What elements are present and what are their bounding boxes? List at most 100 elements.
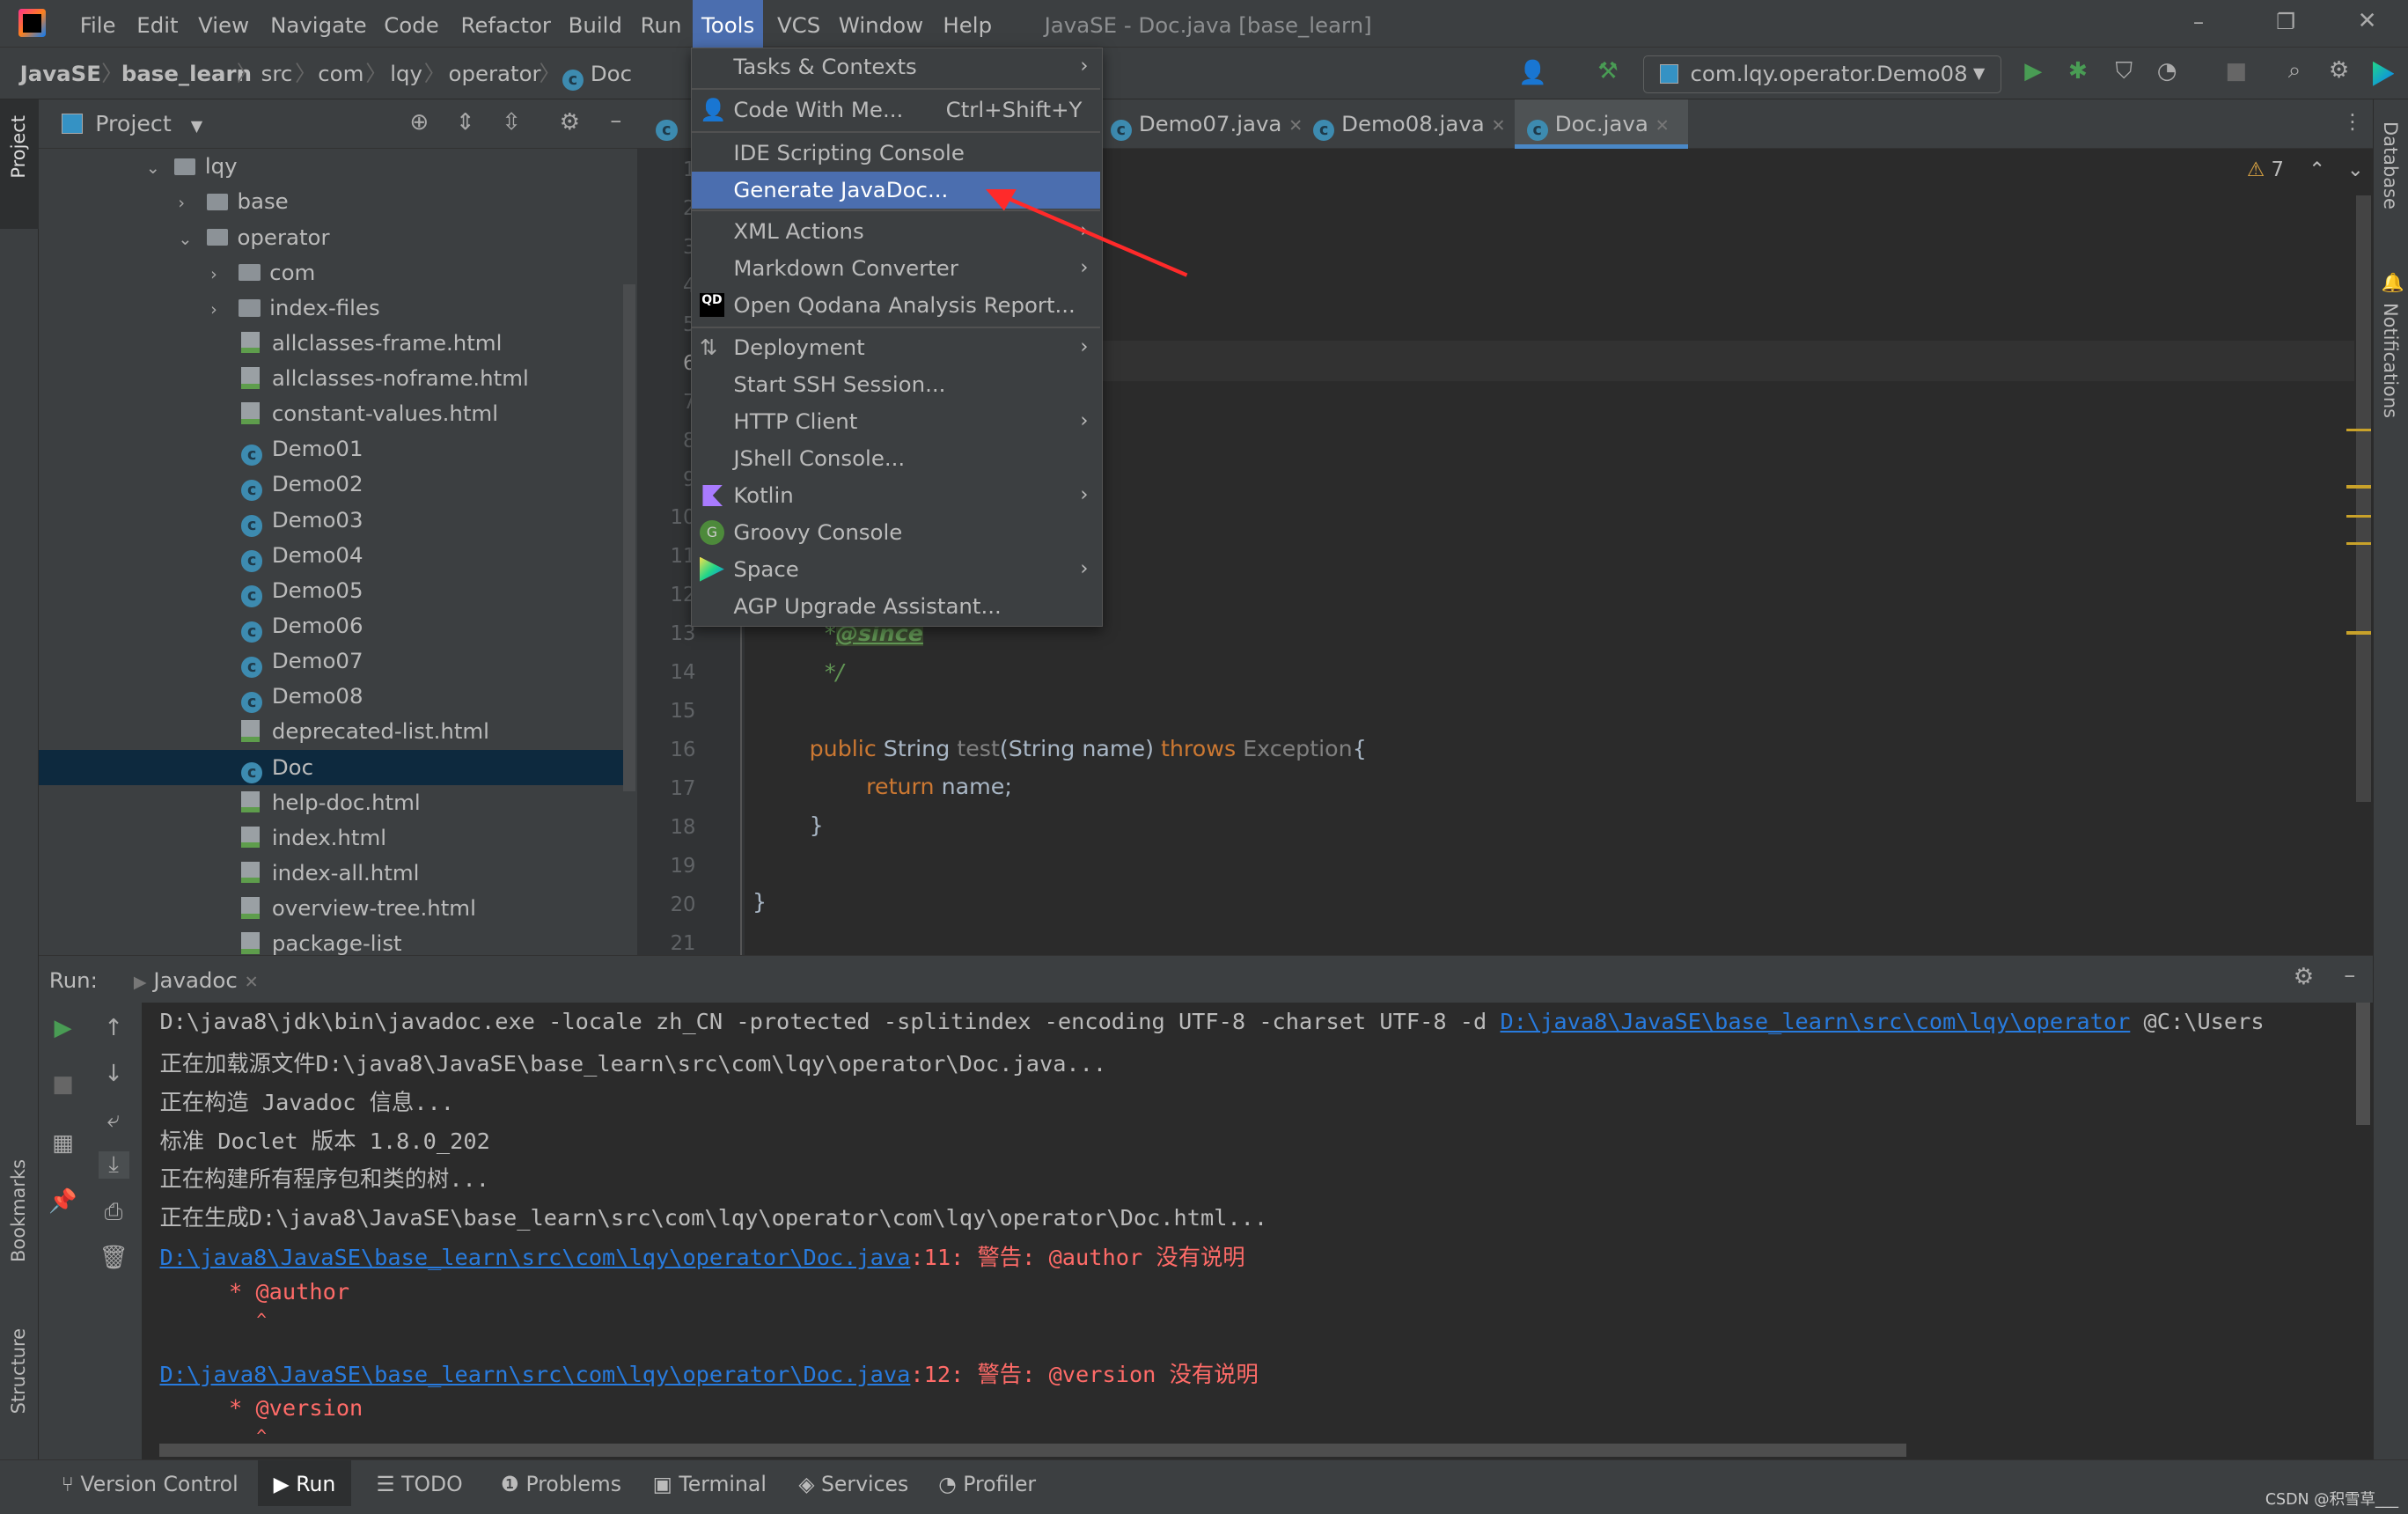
tool-run[interactable]: ▶ Run [258, 1459, 351, 1507]
debug-icon[interactable]: ✱ [2063, 58, 2094, 85]
menu-item-ide-scripting-console[interactable]: IDE Scripting Console [692, 135, 1100, 172]
warning-stripe-mark[interactable] [2346, 541, 2372, 546]
tool-problems[interactable]: ❶ Problems [501, 1460, 621, 1506]
stripe-notifications[interactable]: Notifications [2380, 303, 2401, 418]
rerun-icon[interactable]: ▶ [48, 1015, 78, 1041]
console-output[interactable]: D:\java8\jdk\bin\javadoc.exe -locale zh_… [141, 1002, 2374, 1460]
tree-item[interactable]: help-doc.html [39, 785, 626, 820]
tree-item[interactable]: constant-values.html [39, 396, 626, 431]
source-file-link[interactable]: D:\java8\JavaSE\base_learn\src\com\lqy\o… [159, 1362, 910, 1387]
collapse-all-icon[interactable]: ⇳ [496, 109, 527, 136]
tree-item[interactable]: deprecated-list.html [39, 714, 626, 749]
menu-help[interactable]: Help [936, 0, 998, 48]
run-icon[interactable]: ▶ [2018, 58, 2049, 85]
tree-item[interactable]: c Demo06 [39, 608, 626, 643]
menu-item-groovy-console[interactable]: G Groovy Console [692, 514, 1100, 551]
tab-doc[interactable]: c Doc.java ✕ [1514, 99, 1688, 150]
editor-scrollbar[interactable] [2355, 195, 2372, 802]
breadcrumb-src[interactable]: src [261, 48, 293, 99]
breadcrumb-com[interactable]: com [318, 48, 363, 99]
soft-wrap-icon[interactable]: ⤶ [99, 1106, 129, 1134]
scroll-up-icon[interactable]: ↑ [99, 1015, 129, 1041]
menu-item-code-with-me[interactable]: 👤 Code With Me... Ctrl+Shift+Y [692, 92, 1100, 129]
tree-item[interactable]: c Demo08 [39, 679, 626, 714]
code-line-20[interactable]: } [752, 889, 767, 915]
tree-item[interactable]: c Demo07 [39, 643, 626, 679]
stop-icon[interactable]: ■ [2221, 58, 2251, 85]
menu-item-jshell-console[interactable]: JShell Console... [692, 440, 1100, 477]
output-dir-link[interactable]: D:\java8\JavaSE\base_learn\src\com\lqy\o… [1500, 1009, 2130, 1034]
options-gear-icon[interactable]: ⚙ [554, 109, 585, 136]
locate-icon[interactable]: ⊕ [404, 109, 435, 136]
menu-item-kotlin[interactable]: Kotlin › [692, 477, 1100, 514]
tree-item[interactable]: c Demo01 [39, 431, 626, 467]
breadcrumb-base-learn[interactable]: base_learn [121, 48, 252, 99]
print-icon[interactable]: ⎙ [99, 1199, 129, 1226]
tree-item[interactable]: c Demo04 [39, 538, 626, 573]
build-hammer-icon[interactable]: ⚒ [1593, 58, 1624, 85]
coverage-icon[interactable]: ⛉ [2109, 58, 2140, 85]
menu-item-space[interactable]: Space › [692, 551, 1100, 588]
chevron-right-icon[interactable]: › [178, 186, 199, 221]
tree-item[interactable]: c Doc [38, 749, 626, 785]
warning-stripe-mark[interactable] [2346, 514, 2372, 518]
menu-item-http-client[interactable]: HTTP Client › [692, 403, 1100, 440]
tree-item[interactable]: index.html [39, 820, 626, 856]
tab-demo07[interactable]: c Demo07.java ✕ [1098, 99, 1316, 149]
pin-icon[interactable]: 📌 [48, 1188, 78, 1215]
menu-window[interactable]: Window [833, 0, 929, 48]
warning-stripe-mark[interactable] [2346, 485, 2372, 489]
menu-tools[interactable]: Tools [692, 0, 764, 48]
tree-item[interactable]: allclasses-noframe.html [39, 361, 626, 396]
stripe-structure[interactable]: Structure [8, 1328, 29, 1414]
code-line-14[interactable]: */ [825, 659, 843, 685]
menu-item-open-qodana-report[interactable]: QD Open Qodana Analysis Report... [692, 287, 1100, 324]
restore-button[interactable]: ❐ [2276, 9, 2295, 34]
menu-run[interactable]: Run [635, 0, 688, 48]
tab-demo08[interactable]: c Demo08.java ✕ [1301, 99, 1518, 149]
code-line-18[interactable]: } [810, 812, 824, 838]
inspection-widget[interactable]: ⚠ 7 ⌃ ⌄ [2247, 158, 2364, 181]
close-tab-icon[interactable]: ✕ [1656, 115, 1670, 136]
code-line-17[interactable]: return name; [866, 774, 1012, 799]
hide-panel-icon[interactable]: – [600, 107, 631, 134]
tree-item[interactable]: › index-files [39, 290, 626, 326]
menu-navigate[interactable]: Navigate [264, 0, 372, 48]
stripe-bookmarks[interactable]: Bookmarks [8, 1159, 29, 1262]
notifications-bell-icon[interactable]: 🔔 [2382, 272, 2404, 294]
menu-vcs[interactable]: VCS [771, 0, 826, 48]
tool-version-control[interactable]: ⑂ Version Control [62, 1460, 239, 1506]
settings-gear-icon[interactable]: ⚙ [2324, 57, 2354, 84]
run-settings-gear-icon[interactable]: ⚙ [2288, 964, 2319, 990]
scroll-to-end-icon[interactable]: ⤓ [98, 1150, 129, 1179]
breadcrumb-lqy[interactable]: lqy [390, 48, 422, 99]
menu-refactor[interactable]: Refactor [455, 0, 557, 48]
chevron-down-icon[interactable]: ⌄ [146, 151, 167, 186]
close-tab-icon[interactable]: ✕ [245, 972, 259, 992]
menu-view[interactable]: View [192, 0, 255, 48]
menu-edit[interactable]: Edit [130, 0, 184, 48]
chevron-right-icon[interactable]: › [210, 257, 231, 292]
stop-run-icon[interactable]: ■ [48, 1071, 78, 1098]
tree-item[interactable]: › com [39, 255, 626, 290]
run-config-selector[interactable]: com.lqy.operator.Demo08 ▼ [1643, 55, 2001, 94]
menu-item-agp-upgrade-assistant[interactable]: AGP Upgrade Assistant... [692, 588, 1100, 625]
tree-item[interactable]: ⌄ operator [39, 220, 626, 255]
clear-all-icon[interactable]: 🗑 [99, 1245, 129, 1271]
menu-item-deployment[interactable]: ⇅ Deployment › [692, 329, 1100, 366]
stripe-database[interactable]: Database [2380, 121, 2401, 209]
run-tab-javadoc[interactable]: ▶ Javadoc ✕ [134, 967, 259, 993]
breadcrumb-doc[interactable]: c Doc [562, 48, 632, 99]
user-icon[interactable]: 👤 [1517, 60, 1548, 86]
chevron-down-icon[interactable]: ⌄ [178, 222, 199, 257]
tool-profiler[interactable]: ◔ Profiler [938, 1460, 1036, 1506]
hide-run-panel-icon[interactable]: – [2334, 962, 2365, 989]
project-scrollbar[interactable] [623, 283, 636, 791]
tool-terminal[interactable]: ▣ Terminal [653, 1460, 767, 1506]
tree-item[interactable]: overview-tree.html [39, 891, 626, 926]
console-vertical-scrollbar[interactable] [2355, 1002, 2370, 1126]
tab-more-icon[interactable]: ⋮ [2342, 109, 2363, 134]
search-icon[interactable]: ⌕ [2280, 57, 2310, 85]
tool-services[interactable]: ◈ Services [798, 1460, 908, 1506]
menu-file[interactable]: File [74, 0, 122, 48]
